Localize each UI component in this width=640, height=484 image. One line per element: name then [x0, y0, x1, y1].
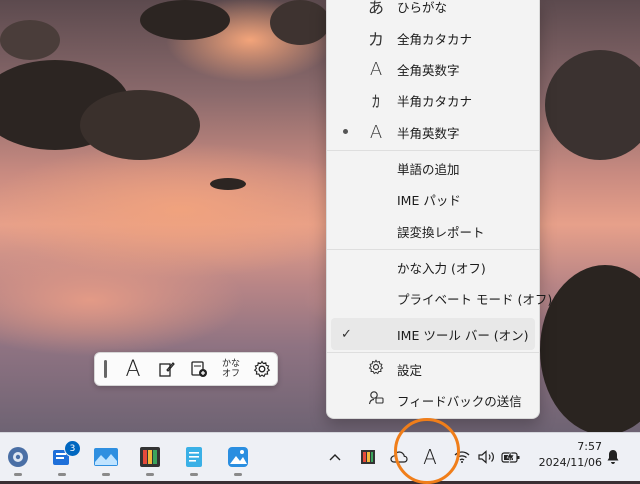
photos-icon — [228, 447, 248, 467]
menu-item-fullwidth-katakana[interactable]: カ 全角カタカナ — [327, 22, 539, 54]
volume-icon[interactable] — [476, 445, 498, 469]
battery-icon[interactable] — [500, 445, 522, 469]
running-indicator — [14, 473, 22, 476]
menu-item-label: IME パッド — [397, 192, 461, 208]
running-indicator — [58, 473, 66, 476]
menu-item-label: プライベート モード (オフ) — [397, 291, 553, 307]
menu-item-add-word[interactable]: 単語の追加 — [327, 152, 539, 184]
check-icon: ✓ — [341, 326, 352, 342]
kana-input-icon[interactable]: かな オフ — [217, 353, 245, 385]
settings-app-icon — [8, 447, 28, 467]
notification-badge: 3 — [64, 440, 81, 457]
menu-item-label: 単語の追加 — [397, 161, 460, 177]
menu-item-label: IME ツール バー (オン) — [397, 327, 529, 343]
grip-icon[interactable] — [101, 353, 109, 385]
kana-label-bottom: オフ — [221, 369, 240, 379]
menu-item-label: フィードバックの送信 — [397, 393, 522, 409]
fullwidth-alpha-icon: A — [369, 58, 383, 80]
menu-divider — [327, 150, 539, 151]
hiragana-icon: あ — [367, 0, 384, 17]
clock[interactable]: 7:57 2024/11/06 — [530, 439, 602, 471]
ime-toolbar: A かな オフ — [94, 352, 278, 386]
menu-item-settings[interactable]: 設定 — [327, 353, 539, 385]
kana-label-top: かな — [221, 359, 240, 369]
menu-item-feedback[interactable]: フィードバックの送信 — [327, 384, 539, 416]
gear-icon — [365, 359, 387, 379]
running-indicator — [102, 473, 110, 476]
add-word-icon[interactable] — [185, 353, 213, 385]
menu-item-hiragana[interactable]: あ ひらがな — [327, 0, 539, 22]
clock-date: 2024/11/06 — [538, 456, 602, 469]
halfwidth-alpha-icon: A — [369, 121, 383, 143]
running-indicator — [190, 473, 198, 476]
katakana-icon: カ — [367, 30, 384, 49]
running-indicator — [146, 473, 154, 476]
clock-time: 7:57 — [577, 440, 602, 453]
menu-item-label: 誤変換レポート — [397, 224, 485, 240]
selected-dot-icon — [343, 129, 348, 134]
menu-item-kana-input[interactable]: かな入力 (オフ) — [327, 251, 539, 283]
taskbar: 3 A 7:57 2024/11/06 — [0, 432, 640, 481]
highlight-annotation-circle — [394, 418, 460, 484]
photos-viewer-icon — [94, 448, 118, 466]
menu-item-label: 半角英数字 — [397, 125, 460, 141]
taskbar-photos-viewer-app[interactable] — [92, 443, 120, 476]
running-indicator — [234, 473, 242, 476]
menu-item-label: ひらがな — [397, 0, 448, 15]
tray-color-tool-icon[interactable] — [358, 445, 378, 469]
taskbar-messaging-app[interactable]: 3 — [48, 440, 81, 476]
feedback-icon — [365, 390, 387, 410]
menu-item-label: 半角カタカナ — [397, 93, 473, 109]
menu-item-private-mode[interactable]: プライベート モード (オフ) — [327, 282, 552, 314]
taskbar-notepad-app[interactable] — [180, 443, 208, 476]
color-tool-icon — [140, 447, 160, 467]
menu-item-halfwidth-alphanumeric[interactable]: A 半角英数字 — [327, 116, 539, 148]
menu-item-ime-pad[interactable]: IME パッド — [327, 183, 539, 215]
menu-item-label: かな入力 (オフ) — [397, 260, 486, 276]
menu-item-conversion-report[interactable]: 誤変換レポート — [327, 215, 539, 247]
menu-item-fullwidth-alphanumeric[interactable]: A 全角英数字 — [327, 53, 539, 85]
taskbar-color-tool-app[interactable] — [136, 443, 164, 476]
menu-item-label: 設定 — [397, 362, 423, 378]
ime-pad-icon[interactable] — [153, 353, 181, 385]
input-mode-icon[interactable]: A — [119, 353, 147, 385]
menu-item-label: 全角英数字 — [397, 62, 460, 78]
taskbar-settings-app[interactable] — [4, 443, 32, 476]
menu-item-ime-toolbar[interactable]: ✓ IME ツール バー (オン) — [331, 318, 535, 350]
chevron-up-icon — [329, 454, 341, 461]
taskbar-photos-app[interactable] — [224, 443, 252, 476]
menu-item-label: 全角カタカナ — [397, 31, 473, 47]
menu-divider — [327, 249, 539, 250]
notification-bell-icon[interactable] — [604, 445, 622, 469]
ime-mode-menu: あ ひらがな カ 全角カタカナ A 全角英数字 ｶ 半角カタカナ A 半角英数字… — [326, 0, 552, 419]
settings-icon[interactable] — [249, 353, 275, 385]
menu-item-halfwidth-katakana[interactable]: ｶ 半角カタカナ — [327, 84, 539, 116]
halfwidth-katakana-icon: ｶ — [371, 92, 380, 111]
notepad-icon — [186, 447, 202, 467]
show-hidden-icons-button[interactable] — [326, 445, 344, 469]
